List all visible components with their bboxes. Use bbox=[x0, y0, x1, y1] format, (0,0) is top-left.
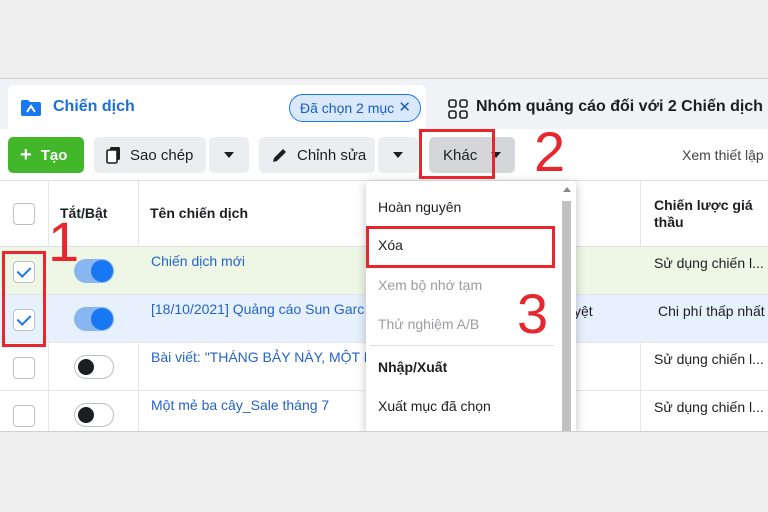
highlight-more-button bbox=[419, 129, 495, 179]
menu-item-revert[interactable]: Hoàn nguyên bbox=[378, 199, 461, 215]
bid-strategy: Sử dụng chiến l... bbox=[654, 399, 764, 415]
edit-button-label: Chỉnh sửa bbox=[297, 146, 367, 164]
select-all-checkbox[interactable] bbox=[13, 203, 35, 225]
bid-strategy: Chi phí thấp nhất bbox=[658, 303, 765, 319]
folder-icon bbox=[21, 100, 41, 116]
campaign-name[interactable]: [18/10/2021] Quảng cáo Sun Garc bbox=[151, 301, 364, 317]
campaign-name[interactable]: Bài viết: "THÁNG BẢY NÀY, MỘT M bbox=[151, 349, 375, 365]
create-button-label: Tạo bbox=[40, 146, 68, 164]
annotation-step-3: 3 bbox=[517, 282, 549, 345]
edit-dropdown-button[interactable] bbox=[378, 137, 418, 173]
tab-bar: Chiến dịch Đã chọn 2 mục ✕ Nhóm quảng cá… bbox=[0, 79, 768, 129]
tab-ad-groups-label: Nhóm quảng cáo đối với 2 Chiến dịch bbox=[476, 98, 763, 115]
row-toggle[interactable] bbox=[74, 355, 114, 379]
row-toggle[interactable] bbox=[74, 259, 114, 283]
menu-scrollbar[interactable] bbox=[562, 201, 571, 431]
tab-campaigns[interactable]: Chiến dịch Đã chọn 2 mục ✕ bbox=[8, 85, 426, 129]
row-checkbox[interactable] bbox=[13, 357, 35, 379]
bid-strategy: Sử dụng chiến l... bbox=[654, 255, 764, 271]
highlight-delete-item bbox=[366, 226, 555, 268]
ads-manager-window: Chiến dịch Đã chọn 2 mục ✕ Nhóm quảng cá… bbox=[0, 78, 768, 432]
selected-count-label: Đã chọn 2 mục bbox=[300, 100, 395, 116]
annotation-step-2: 2 bbox=[534, 120, 566, 183]
create-button[interactable]: + Tạo bbox=[8, 137, 84, 173]
pencil-icon bbox=[273, 149, 286, 162]
annotation-step-1: 1 bbox=[48, 210, 80, 273]
menu-item-ab-test: Thử nghiệm A/B bbox=[378, 316, 480, 332]
row-checkbox[interactable] bbox=[13, 405, 35, 427]
plus-icon: + bbox=[20, 143, 32, 166]
delivery-status: yệt bbox=[574, 303, 593, 319]
tab-ad-groups[interactable]: Nhóm quảng cáo đối với 2 Chiến dịch bbox=[436, 85, 768, 129]
menu-section-import-export: Nhập/Xuất bbox=[378, 359, 448, 375]
row-toggle[interactable] bbox=[74, 403, 114, 427]
menu-divider bbox=[370, 345, 554, 346]
menu-item-export-selected[interactable]: Xuất mục đã chọn bbox=[378, 398, 491, 414]
selected-count-badge[interactable]: Đã chọn 2 mục ✕ bbox=[289, 94, 421, 122]
toolbar: + Tạo Sao chép Chỉnh sửa Khác Xem thiết … bbox=[0, 129, 768, 181]
chevron-down-icon bbox=[393, 152, 403, 158]
grid-icon bbox=[448, 99, 468, 119]
highlight-selected-checkboxes bbox=[2, 251, 46, 347]
clear-selection-icon[interactable]: ✕ bbox=[398, 95, 411, 121]
column-header-bid-strategy[interactable]: Chiến lược giá thầu bbox=[654, 197, 764, 231]
copy-button[interactable]: Sao chép bbox=[94, 137, 206, 173]
chevron-down-icon bbox=[224, 152, 234, 158]
view-setup-link[interactable]: Xem thiết lập bbox=[682, 147, 764, 163]
campaign-name[interactable]: Một mẻ ba cây_Sale tháng 7 bbox=[151, 397, 329, 413]
scroll-up-icon[interactable] bbox=[563, 187, 571, 192]
column-header-name[interactable]: Tên chiến dịch bbox=[150, 205, 248, 221]
copy-button-label: Sao chép bbox=[130, 146, 194, 164]
tab-campaigns-label: Chiến dịch bbox=[53, 98, 135, 115]
copy-dropdown-button[interactable] bbox=[209, 137, 249, 173]
menu-item-view-cache: Xem bộ nhớ tạm bbox=[378, 277, 483, 293]
copy-icon bbox=[106, 147, 120, 164]
campaign-name[interactable]: Chiến dịch mới bbox=[151, 253, 245, 269]
row-toggle[interactable] bbox=[74, 307, 114, 331]
edit-button[interactable]: Chỉnh sửa bbox=[259, 137, 375, 173]
bid-strategy: Sử dụng chiến l... bbox=[654, 351, 764, 367]
